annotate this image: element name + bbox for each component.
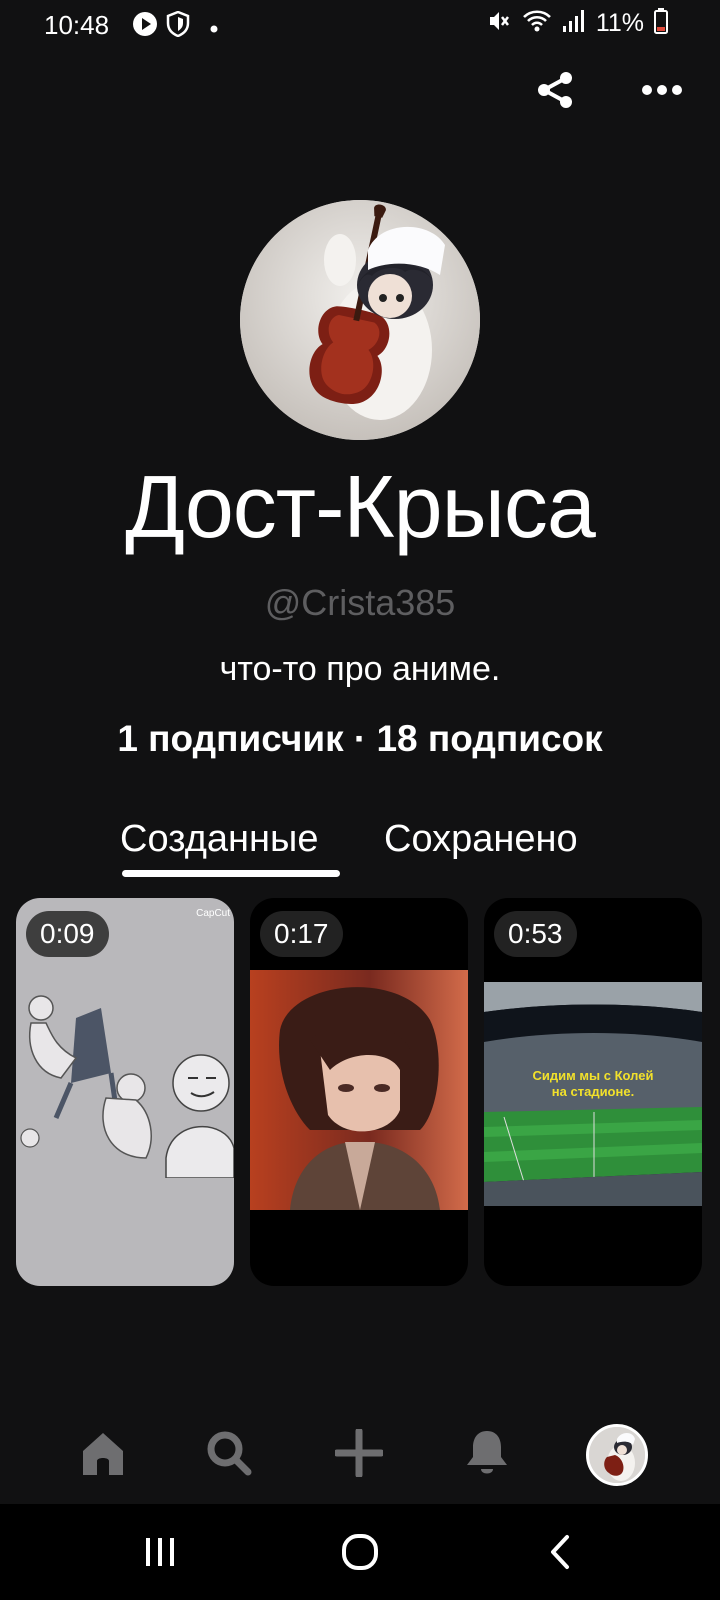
pin-card[interactable]: CapCut 0:09 — [16, 898, 234, 1286]
nav-notifications-button[interactable] — [452, 1420, 522, 1490]
nav-home-button[interactable] — [68, 1420, 138, 1490]
battery-icon — [654, 8, 668, 39]
recent-apps-icon — [143, 1535, 177, 1574]
pin-caption-line: Сидим мы с Колей — [532, 1068, 654, 1083]
create-icon — [333, 1427, 385, 1482]
profile-bio: что-то про аниме. — [219, 650, 501, 688]
mute-icon — [486, 8, 512, 39]
nav-search-button[interactable] — [194, 1420, 264, 1490]
pin-caption: Сидим мы с Колей на стадионе. — [484, 1068, 702, 1100]
notifications-icon — [465, 1429, 509, 1482]
bottom-nav — [0, 1420, 720, 1510]
tab-created[interactable]: Созданные — [120, 818, 318, 861]
play-icon — [132, 11, 158, 42]
home-icon — [79, 1429, 127, 1482]
signal-icon — [562, 8, 586, 39]
share-button[interactable] — [530, 66, 582, 118]
home-button[interactable] — [330, 1524, 390, 1584]
tab-saved[interactable]: Сохранено — [384, 818, 578, 861]
profile-stats[interactable]: 1 подписчик · 18 подписок — [0, 718, 720, 760]
status-time: 10:48 — [44, 10, 110, 40]
more-icon — [641, 83, 683, 101]
pin-card[interactable]: 0:17 — [250, 898, 468, 1286]
nav-profile-avatar[interactable] — [586, 1424, 648, 1486]
pin-thumbnail — [250, 970, 468, 1210]
capcut-watermark: CapCut — [196, 908, 230, 919]
duration-badge: 0:09 — [26, 911, 109, 957]
system-nav-bar — [0, 1504, 720, 1600]
status-right-group: 11% — [486, 8, 668, 39]
battery-percent: 11% — [595, 9, 644, 37]
more-button[interactable] — [636, 66, 688, 118]
pin-thumbnail — [16, 978, 234, 1179]
tab-active-indicator — [122, 870, 340, 877]
duration-badge: 0:53 — [494, 911, 577, 957]
pin-thumbnail: Сидим мы с Колей на стадионе. — [484, 982, 702, 1206]
search-icon — [205, 1429, 253, 1482]
shield-icon — [166, 10, 190, 42]
dot-icon — [210, 20, 218, 38]
duration-badge: 0:17 — [260, 911, 343, 957]
wifi-icon — [522, 8, 552, 39]
back-icon — [545, 1534, 575, 1575]
profile-handle: @Crista385 — [264, 582, 456, 623]
home-button-icon — [341, 1533, 379, 1576]
share-icon — [536, 70, 576, 115]
profile-avatar[interactable] — [240, 200, 480, 440]
pin-caption-line: на стадионе. — [551, 1084, 635, 1099]
recent-apps-button[interactable] — [130, 1524, 190, 1584]
status-bar: 10:48 11% — [0, 0, 720, 50]
profile-name: Дост-Крыса — [125, 457, 596, 556]
nav-create-button[interactable] — [324, 1420, 394, 1490]
pin-card[interactable]: Сидим мы с Колей на стадионе. 0:53 — [484, 898, 702, 1286]
back-button[interactable] — [530, 1524, 590, 1584]
